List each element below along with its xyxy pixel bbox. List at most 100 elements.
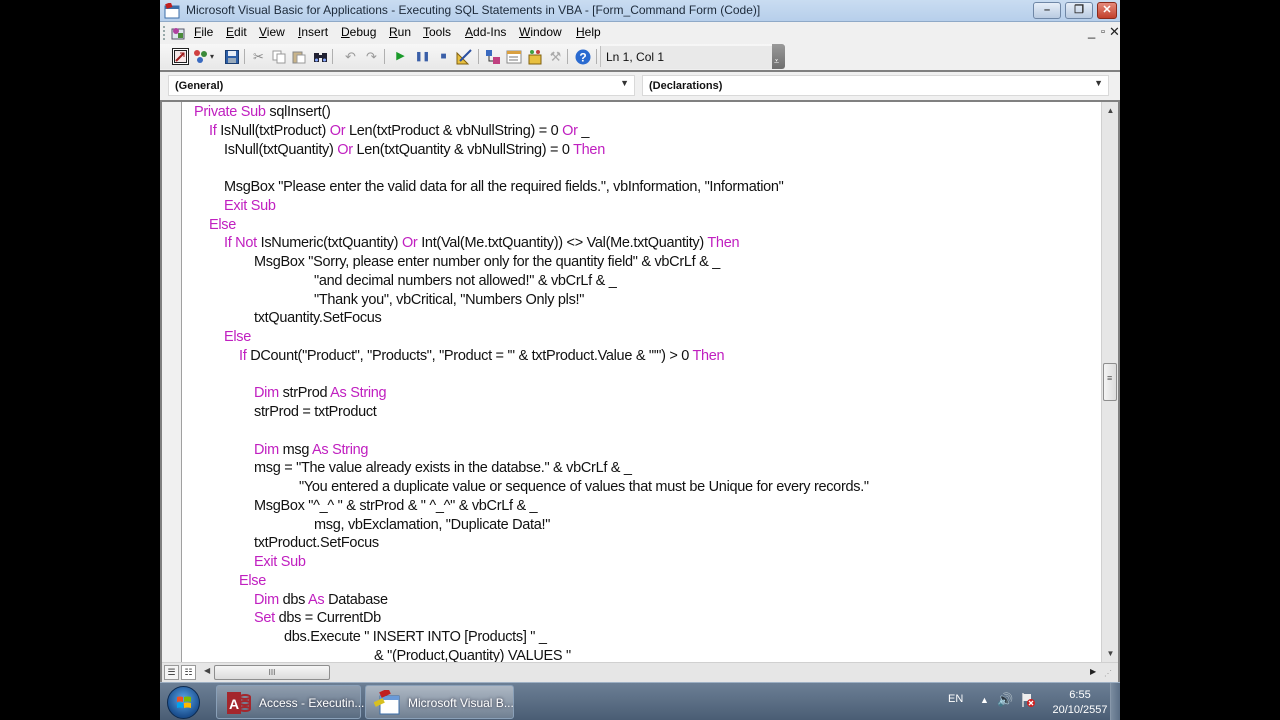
code-text: _ <box>577 122 590 139</box>
code-line[interactable]: MsgBox "^_^ " & strProd & " ^_^" & vbCrL… <box>254 498 538 517</box>
undo-icon[interactable]: ↶ <box>342 48 359 65</box>
copy-icon[interactable] <box>270 48 287 65</box>
design-mode-icon[interactable] <box>456 48 473 65</box>
redo-icon[interactable]: ↷ <box>363 48 380 65</box>
code-line[interactable]: Else <box>224 329 251 348</box>
code-text: IsNumeric(txtQuantity) <box>256 235 402 252</box>
code-line[interactable]: txtProduct.SetFocus <box>254 535 379 554</box>
taskbar-item-vba-editor[interactable]: Microsoft Visual B... <box>365 685 514 719</box>
properties-window-icon[interactable] <box>505 48 522 65</box>
code-line[interactable]: msg, vbExclamation, "Duplicate Data!" <box>314 517 550 536</box>
code-window: (General) ▼ (Declarations) ▼ Private Sub… <box>160 70 1120 684</box>
scroll-down-icon[interactable]: ▼ <box>1102 649 1119 658</box>
menu-view[interactable]: View <box>259 25 285 39</box>
code-line[interactable]: If DCount("Product", "Products", "Produc… <box>239 348 725 367</box>
insert-dropdown-icon[interactable]: ▾ <box>208 48 216 65</box>
code-line[interactable]: Else <box>209 217 236 236</box>
project-explorer-icon[interactable] <box>484 48 501 65</box>
action-center-icon[interactable] <box>1020 692 1036 708</box>
scroll-right-icon[interactable]: ▶ <box>1090 667 1096 676</box>
code-line[interactable]: msg = "The value already exists in the d… <box>254 460 632 479</box>
code-line[interactable]: If Not IsNumeric(txtQuantity) Or Int(Val… <box>224 235 740 254</box>
restore-button[interactable]: ❐ <box>1065 2 1093 19</box>
code-line[interactable]: Else <box>239 573 266 592</box>
language-indicator[interactable]: EN <box>948 693 963 705</box>
toolbar-separator <box>596 49 597 64</box>
code-line[interactable]: MsgBox "Please enter the valid data for … <box>224 179 784 198</box>
mdi-restore-button[interactable]: ▫ <box>1101 26 1105 38</box>
menu-file[interactable]: File <box>194 25 213 39</box>
toolbox-icon[interactable]: ⚒ <box>547 48 564 65</box>
menu-edit[interactable]: Edit <box>226 25 247 39</box>
code-line[interactable]: "You entered a duplicate value or sequen… <box>299 479 869 498</box>
view-access-icon[interactable] <box>172 48 189 65</box>
code-keyword: Then <box>573 141 605 158</box>
volume-icon[interactable]: 🔊 <box>997 692 1013 708</box>
minimize-button[interactable]: – <box>1033 2 1061 19</box>
code-line[interactable]: "Thank you", vbCritical, "Numbers Only p… <box>314 292 584 311</box>
code-line[interactable]: Private Sub sqlInsert() <box>194 104 331 123</box>
code-line[interactable]: strProd = txtProduct <box>254 404 377 423</box>
module-control-icon[interactable] <box>170 25 186 41</box>
taskbar-item-access[interactable]: A Access - Executin... <box>216 685 364 719</box>
menu-insert[interactable]: Insert <box>298 25 328 39</box>
menu-tools[interactable]: Tools <box>423 25 451 39</box>
save-icon[interactable] <box>223 48 240 65</box>
resize-grip-icon[interactable]: ⋰ <box>1104 669 1112 678</box>
code-line[interactable]: Exit Sub <box>254 554 306 573</box>
code-line[interactable]: dbs.Execute " INSERT INTO [Products] " _ <box>284 629 547 648</box>
toolbar-options-button[interactable]: ⩡ <box>772 44 785 69</box>
mdi-minimize-button[interactable]: _ <box>1088 24 1095 39</box>
code-line[interactable]: txtQuantity.SetFocus <box>254 310 382 329</box>
menu-grip[interactable] <box>163 26 165 40</box>
menu-window[interactable]: Window <box>519 25 562 39</box>
menu-run[interactable]: Run <box>389 25 411 39</box>
show-desktop-button[interactable] <box>1110 683 1120 720</box>
scroll-up-icon[interactable]: ▲ <box>1102 106 1119 115</box>
vba-app-icon <box>164 3 180 19</box>
menu-debug[interactable]: Debug <box>341 25 376 39</box>
code-line[interactable]: Set dbs = CurrentDb <box>254 610 381 629</box>
procedure-view-button[interactable]: ☰ <box>164 665 179 680</box>
scroll-left-icon[interactable]: ◀ <box>204 666 210 675</box>
run-icon[interactable]: ▶ <box>392 48 409 65</box>
code-line[interactable]: Dim dbs As Database <box>254 592 388 611</box>
insert-module-icon[interactable] <box>192 48 209 65</box>
code-line[interactable]: Exit Sub <box>224 198 276 217</box>
full-module-view-button[interactable]: ☷ <box>181 665 196 680</box>
margin-indicator-bar[interactable] <box>162 102 182 662</box>
menu-label: Insert <box>298 25 329 39</box>
code-editor[interactable]: Private Sub sqlInsert() If IsNull(txtProd… <box>183 102 1101 662</box>
break-icon[interactable]: ❚❚ <box>414 48 431 65</box>
code-keyword: Or <box>329 122 346 139</box>
procedure-dropdown[interactable]: (Declarations) ▼ <box>642 75 1109 96</box>
close-button[interactable]: ✕ <box>1097 2 1117 19</box>
code-line[interactable]: MsgBox "Sorry, please enter number only … <box>254 254 720 273</box>
code-line[interactable]: Dim msg As String <box>254 442 368 461</box>
code-line[interactable]: Dim strProd As String <box>254 385 387 404</box>
paste-icon[interactable] <box>290 48 307 65</box>
horizontal-scroll-thumb[interactable]: III <box>214 665 330 680</box>
object-browser-icon[interactable] <box>526 48 543 65</box>
code-text: txtProduct.SetFocus <box>254 535 379 552</box>
object-dropdown[interactable]: (General) ▼ <box>168 75 635 96</box>
code-text: strProd <box>278 385 331 402</box>
menu-help[interactable]: Help <box>576 25 601 39</box>
show-hidden-icons-icon[interactable]: ▲ <box>980 695 989 705</box>
code-line[interactable]: "and decimal numbers not allowed!" & vbC… <box>314 273 617 292</box>
code-line[interactable]: If IsNull(txtProduct) Or Len(txtProduct … <box>209 123 589 142</box>
standard-toolbar: ▾ ✂ ↶ ↷ ▶ ❚❚ ■ ⚒ ? Ln 1, Col 1 ⩡ <box>160 44 785 69</box>
start-button[interactable] <box>167 686 200 719</box>
clock[interactable]: 6:55 20/10/2557 <box>1050 688 1110 718</box>
code-line[interactable]: IsNull(txtQuantity) Or Len(txtQuantity &… <box>224 142 605 161</box>
mdi-close-button[interactable]: ✕ <box>1109 24 1120 40</box>
code-line[interactable]: & "(Product,Quantity) VALUES " _ <box>374 648 583 662</box>
cut-icon[interactable]: ✂ <box>250 48 267 65</box>
reset-icon[interactable]: ■ <box>435 48 452 65</box>
vertical-scrollbar[interactable]: ▲ ≡ ▼ <box>1101 102 1118 662</box>
menu-add-ins[interactable]: Add-Ins <box>465 25 506 39</box>
help-icon[interactable]: ? <box>574 48 591 65</box>
title-bar[interactable]: Microsoft Visual Basic for Applications … <box>160 0 1120 22</box>
find-icon[interactable] <box>312 48 329 65</box>
vertical-scroll-thumb[interactable]: ≡ <box>1103 363 1117 401</box>
